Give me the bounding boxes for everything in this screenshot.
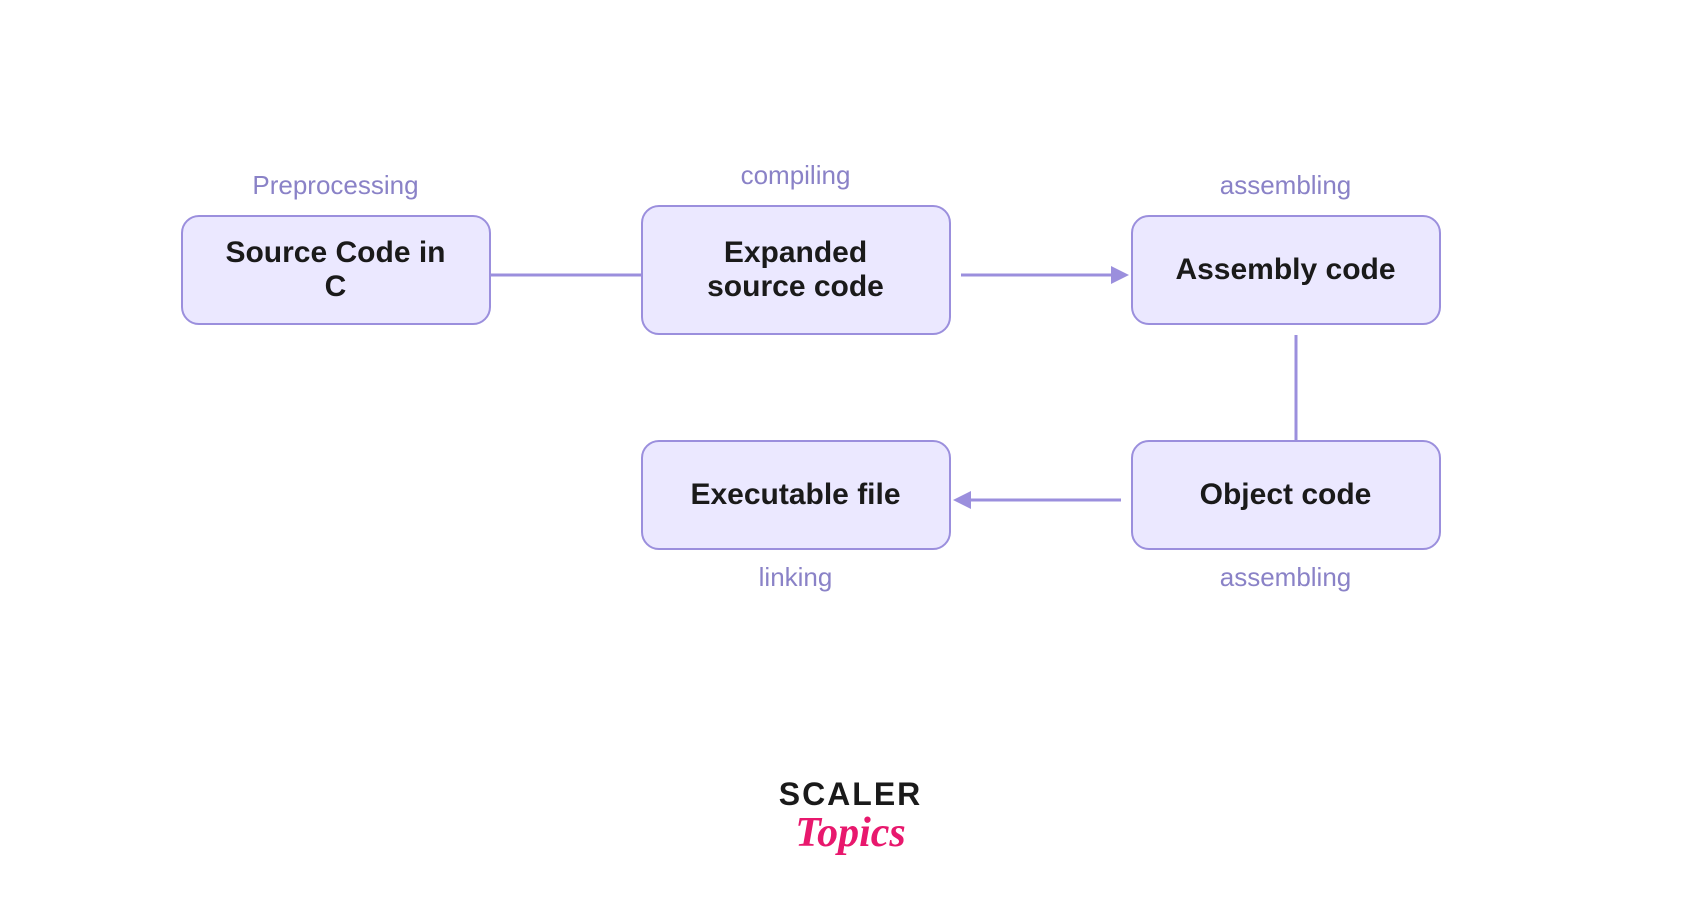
logo-topics-text: Topics (795, 812, 905, 854)
compiling-label: compiling (741, 160, 851, 191)
assembly-node: Assembly code (1131, 215, 1441, 325)
logo-scaler-text: SCALER (779, 778, 923, 810)
executable-node: Executable file (641, 440, 951, 550)
expanded-node-wrapper: compiling Expanded source code (641, 160, 951, 335)
assembling-label-2: assembling (1220, 562, 1352, 593)
object-node-wrapper: Object code assembling (1131, 440, 1441, 593)
object-node-label: Object code (1200, 478, 1372, 512)
executable-node-label: Executable file (690, 478, 900, 512)
assembling-label-1: assembling (1220, 170, 1352, 201)
assembly-node-wrapper: assembling Assembly code (1131, 170, 1441, 325)
assembly-node-label: Assembly code (1175, 253, 1395, 287)
object-node: Object code (1131, 440, 1441, 550)
expanded-node: Expanded source code (641, 205, 951, 335)
expanded-node-label: Expanded source code (673, 236, 919, 304)
source-node-label: Source Code in C (213, 236, 459, 304)
linking-label: linking (759, 562, 833, 593)
source-node-wrapper: Preprocessing Source Code in C (181, 170, 491, 325)
executable-node-wrapper: Executable file linking (641, 440, 951, 593)
source-node: Source Code in C (181, 215, 491, 325)
preprocessing-label: Preprocessing (252, 170, 418, 201)
logo-area: SCALER Topics (779, 778, 923, 854)
